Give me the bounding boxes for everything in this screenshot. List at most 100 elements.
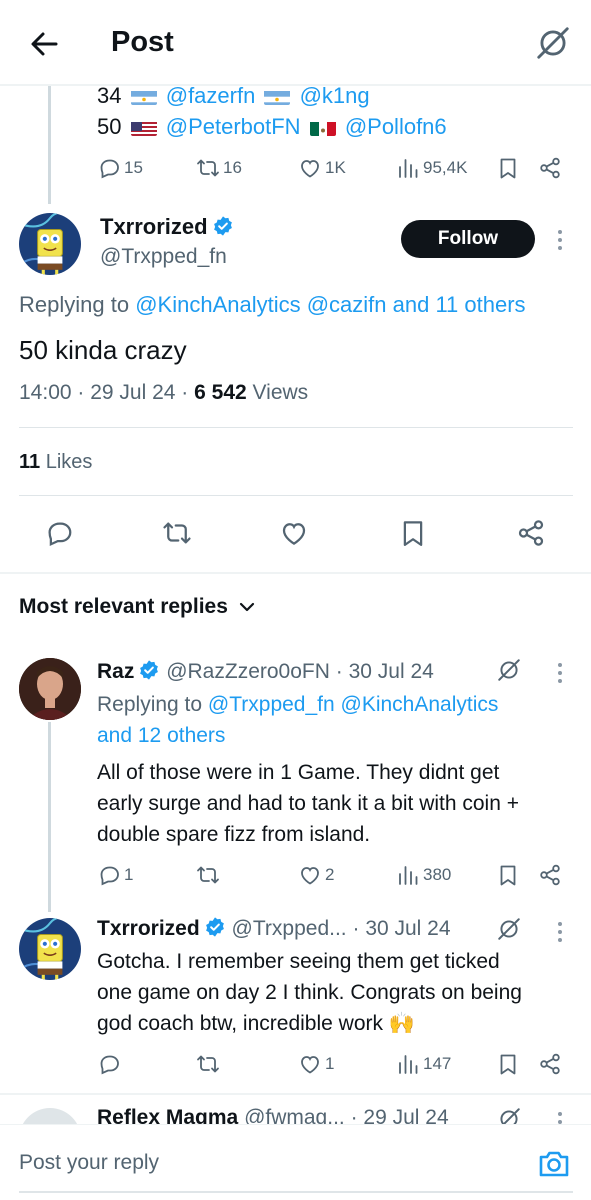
share-button[interactable] bbox=[516, 518, 546, 548]
reply-icon bbox=[97, 1052, 121, 1076]
bookmark-button[interactable] bbox=[496, 1052, 520, 1076]
repost-button[interactable] bbox=[196, 1052, 220, 1076]
bookmark-button[interactable] bbox=[496, 156, 520, 180]
bookmark-icon bbox=[496, 863, 520, 887]
reply-button[interactable] bbox=[44, 518, 74, 548]
replying-to-link[interactable]: @Trxpped_fn @KinchAnalytics bbox=[208, 693, 498, 716]
reply-icon bbox=[97, 156, 121, 180]
like-icon bbox=[298, 1052, 322, 1076]
more-icon[interactable] bbox=[555, 227, 565, 253]
share-button[interactable] bbox=[538, 863, 562, 887]
mention-link[interactable]: @Pollofn6 bbox=[345, 114, 447, 139]
top-bar: Post bbox=[0, 0, 591, 86]
replies-sort-dropdown[interactable]: Most relevant replies bbox=[19, 595, 256, 619]
views-icon bbox=[396, 156, 420, 180]
replying-to: Replying to @Trxpped_fn @KinchAnalytics … bbox=[97, 693, 499, 747]
views-icon bbox=[396, 863, 420, 887]
grok-icon[interactable] bbox=[534, 24, 572, 62]
divider bbox=[0, 1093, 591, 1095]
quoted-line-2: 50 @PeterbotFN @Pollofn6 bbox=[97, 114, 447, 139]
author-name[interactable]: Raz bbox=[97, 660, 134, 683]
post-text: 50 kinda crazy bbox=[19, 335, 187, 365]
avatar[interactable] bbox=[19, 658, 81, 720]
share-button[interactable] bbox=[538, 1052, 562, 1076]
reply-icon bbox=[44, 518, 74, 548]
repost-button[interactable]: 16 bbox=[196, 156, 242, 180]
mention-link[interactable]: @fazerfn bbox=[166, 83, 256, 108]
author-handle[interactable]: @Trxpped_fn bbox=[100, 245, 227, 269]
repost-icon bbox=[196, 1052, 220, 1076]
like-button[interactable] bbox=[279, 518, 309, 548]
reply-header: Raz @RazZzero0oFN · 30 Jul 24 bbox=[97, 659, 434, 683]
replying-to: Replying to @KinchAnalytics @cazifn and … bbox=[19, 292, 526, 317]
reply-header: Txrrorized @Trxpped... · 30 Jul 24 bbox=[97, 916, 451, 940]
grok-icon[interactable] bbox=[496, 657, 522, 683]
thread-line bbox=[48, 722, 51, 912]
share-icon bbox=[538, 1052, 562, 1076]
repost-icon bbox=[196, 863, 220, 887]
share-icon bbox=[538, 863, 562, 887]
flag-usa-icon bbox=[130, 119, 157, 136]
back-arrow-icon[interactable] bbox=[26, 26, 62, 62]
divider bbox=[0, 84, 591, 86]
more-icon[interactable] bbox=[555, 919, 565, 945]
replying-to-link[interactable]: @KinchAnalytics @cazifn and 11 others bbox=[135, 292, 525, 317]
repost-button[interactable] bbox=[196, 863, 220, 887]
divider bbox=[19, 427, 573, 428]
reply-date: 30 Jul 24 bbox=[348, 660, 434, 683]
flag-argentina-icon bbox=[264, 88, 291, 105]
like-icon bbox=[298, 863, 322, 887]
like-button[interactable]: 2 bbox=[298, 863, 334, 887]
post-meta: 14:00 · 29 Jul 24 · 6 542 Views bbox=[19, 381, 309, 404]
replying-to-link[interactable]: and 12 others bbox=[97, 724, 225, 747]
share-icon bbox=[538, 156, 562, 180]
reply-text: Gotcha. I remember seeing them get ticke… bbox=[97, 950, 522, 1035]
bookmark-icon bbox=[496, 156, 520, 180]
chevron-down-icon bbox=[239, 602, 255, 612]
mention-link[interactable]: @PeterbotFN bbox=[166, 114, 301, 139]
divider bbox=[19, 495, 573, 496]
author-name[interactable]: Txrrorized bbox=[100, 214, 234, 240]
bookmark-button[interactable] bbox=[398, 518, 428, 548]
like-button[interactable]: 1 bbox=[298, 1052, 334, 1076]
likes-count[interactable]: 11 Likes bbox=[19, 451, 92, 474]
views-icon bbox=[396, 1052, 420, 1076]
reply-button[interactable] bbox=[97, 1052, 121, 1076]
reply-icon bbox=[97, 863, 121, 887]
verified-icon bbox=[138, 659, 160, 681]
views-button[interactable]: 147 bbox=[396, 1052, 451, 1076]
bookmark-icon bbox=[496, 1052, 520, 1076]
views-button[interactable]: 95,4K bbox=[396, 156, 467, 180]
avatar[interactable] bbox=[19, 918, 81, 980]
mention-link[interactable]: @k1ng bbox=[300, 83, 370, 108]
reply-button[interactable]: 15 bbox=[97, 156, 143, 180]
repost-icon bbox=[196, 156, 220, 180]
avatar[interactable] bbox=[19, 213, 81, 275]
like-icon bbox=[298, 156, 322, 180]
repost-icon bbox=[162, 518, 192, 548]
verified-icon bbox=[204, 916, 226, 938]
like-icon bbox=[279, 518, 309, 548]
verified-icon bbox=[212, 215, 234, 237]
author-name[interactable]: Txrrorized bbox=[97, 917, 200, 940]
flag-argentina-icon bbox=[130, 88, 157, 105]
grok-icon[interactable] bbox=[496, 916, 522, 942]
author-handle[interactable]: @Trxpped... bbox=[232, 917, 347, 940]
page-title: Post bbox=[111, 26, 174, 58]
reply-text: All of those were in 1 Game. They didnt … bbox=[97, 761, 519, 846]
share-button[interactable] bbox=[538, 156, 562, 180]
views-button[interactable]: 380 bbox=[396, 863, 451, 887]
reply-date: 30 Jul 24 bbox=[365, 917, 451, 940]
like-button[interactable]: 1K bbox=[298, 156, 346, 180]
author-handle[interactable]: @RazZzero0oFN bbox=[166, 660, 330, 683]
divider bbox=[19, 1191, 573, 1193]
reply-button[interactable]: 1 bbox=[97, 863, 133, 887]
bookmark-icon bbox=[398, 518, 428, 548]
follow-button[interactable]: Follow bbox=[401, 220, 535, 258]
repost-button[interactable] bbox=[162, 518, 192, 548]
bookmark-button[interactable] bbox=[496, 863, 520, 887]
reply-input[interactable] bbox=[19, 1151, 499, 1175]
camera-icon[interactable] bbox=[537, 1147, 571, 1181]
quoted-line-1: 34 @fazerfn @k1ng bbox=[97, 83, 370, 108]
more-icon[interactable] bbox=[555, 660, 565, 686]
